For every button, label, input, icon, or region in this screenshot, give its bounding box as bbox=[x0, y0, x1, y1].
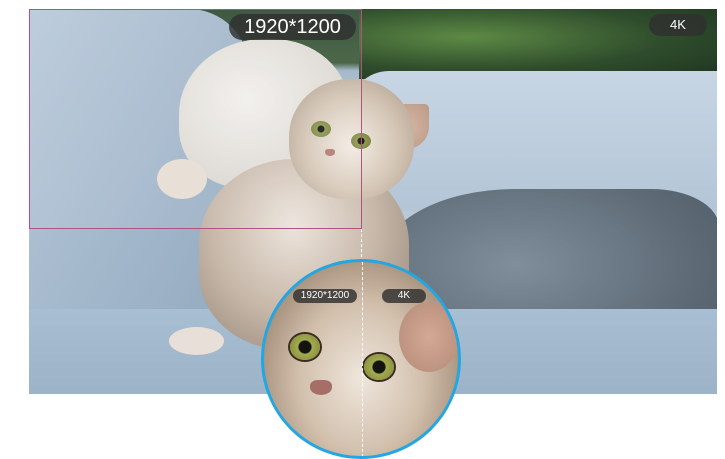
magnifier-badge-1920: 1920*1200 bbox=[293, 289, 357, 303]
cat-paw-front bbox=[169, 327, 224, 355]
magnifier-badge-4k: 4K bbox=[382, 289, 426, 303]
resolution-badge-1920: 1920*1200 bbox=[229, 14, 356, 40]
magnified-cat-nose bbox=[310, 380, 332, 395]
low-resolution-region bbox=[29, 9, 362, 229]
magnifier-divider bbox=[362, 262, 363, 456]
magnifier-lens bbox=[261, 259, 461, 459]
magnified-cat-ear bbox=[399, 302, 458, 372]
magnified-cat-eye-right bbox=[364, 354, 394, 380]
magnified-cat-eye-left bbox=[290, 334, 320, 360]
resolution-badge-4k: 4K bbox=[649, 14, 707, 36]
